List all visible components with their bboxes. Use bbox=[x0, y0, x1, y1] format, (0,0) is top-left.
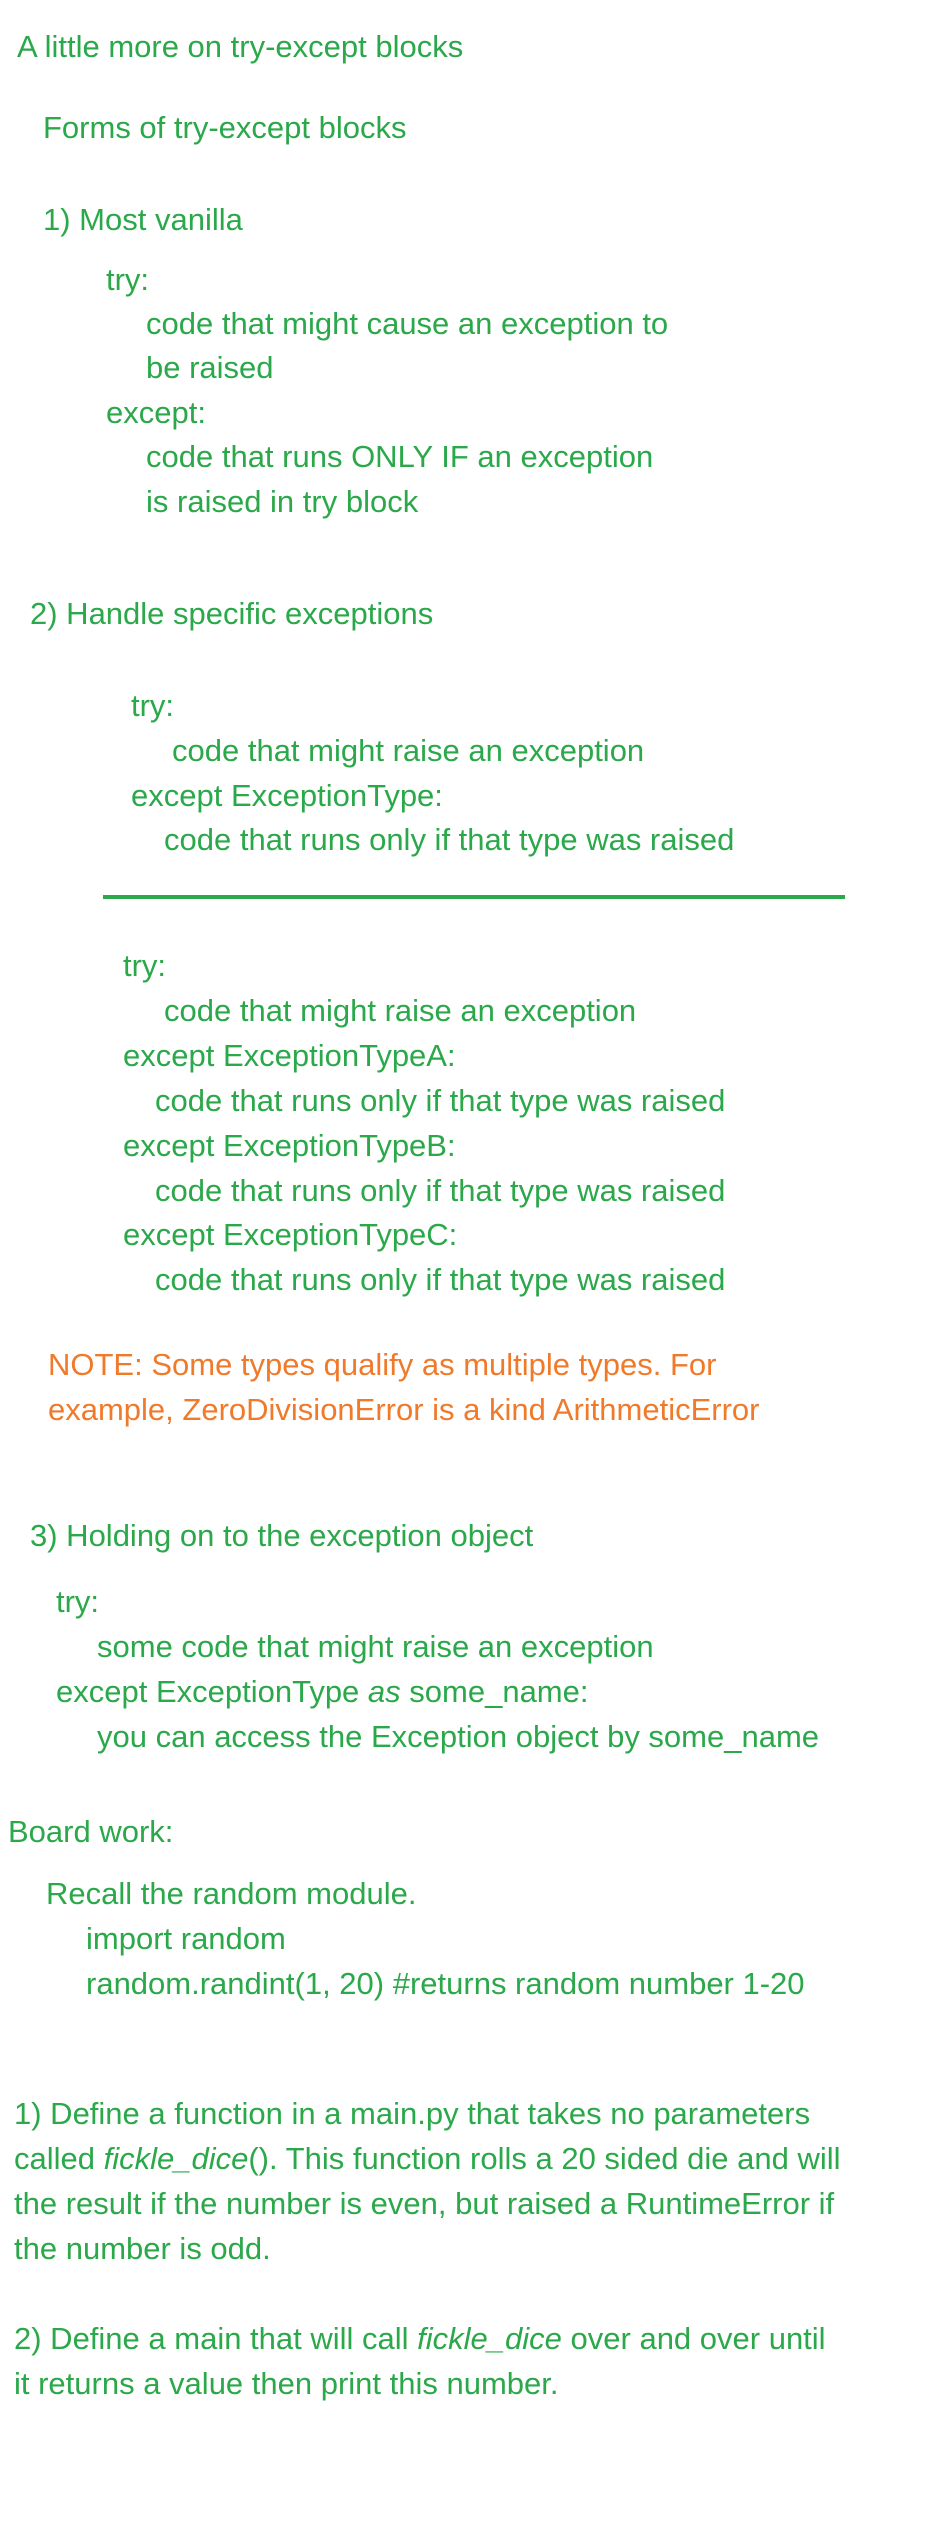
task2-line2: it returns a value then print this numbe… bbox=[14, 2366, 559, 2401]
section2-b-except-a: except ExceptionTypeA: bbox=[123, 1038, 456, 1073]
section2-heading: 2) Handle specific exceptions bbox=[30, 596, 434, 631]
section3-try-body: some code that might raise an exception bbox=[97, 1629, 654, 1664]
section1-except-keyword: except: bbox=[106, 395, 206, 430]
section1-heading: 1) Most vanilla bbox=[43, 202, 243, 237]
task1-line1: 1) Define a function in a main.py that t… bbox=[14, 2096, 811, 2131]
section2-a-except-body: code that runs only if that type was rai… bbox=[164, 822, 735, 857]
task2-function-name: fickle_dice bbox=[417, 2321, 562, 2356]
task1-line3: the result if the number is even, but ra… bbox=[14, 2186, 835, 2221]
page-title: A little more on try-except blocks bbox=[17, 29, 464, 64]
section3-except-prefix: except ExceptionType bbox=[56, 1674, 368, 1709]
section2-a-except-line: except ExceptionType: bbox=[131, 778, 443, 813]
section1-try-body-line2: be raised bbox=[146, 350, 274, 385]
task1-line2-suffix: (). This function rolls a 20 sided die a… bbox=[248, 2141, 841, 2176]
section2-b-except-c-body: code that runs only if that type was rai… bbox=[155, 1262, 726, 1297]
note-line2: example, ZeroDivisionError is a kind Ari… bbox=[48, 1392, 760, 1427]
section3-except-suffix: some_name: bbox=[400, 1674, 589, 1709]
task1-line4: the number is odd. bbox=[14, 2231, 271, 2266]
task2-line1: 2) Define a main that will call fickle_d… bbox=[14, 2317, 826, 2361]
board-import-line: import random bbox=[86, 1921, 286, 1956]
task2-line1-prefix: 2) Define a main that will call bbox=[14, 2321, 418, 2356]
task1-line2: called fickle_dice(). This function roll… bbox=[14, 2137, 841, 2181]
section2-b-except-c: except ExceptionTypeC: bbox=[123, 1217, 458, 1252]
board-recall: Recall the random module. bbox=[46, 1876, 417, 1911]
section1-except-body-line1: code that runs ONLY IF an exception bbox=[146, 439, 654, 474]
section2-b-except-b-body: code that runs only if that type was rai… bbox=[155, 1173, 726, 1208]
note-line1: NOTE: Some types qualify as multiple typ… bbox=[48, 1347, 717, 1382]
section1-except-body-line2: is raised in try block bbox=[146, 484, 419, 519]
page-subtitle: Forms of try-except blocks bbox=[43, 110, 407, 145]
board-randint-line: random.randint(1, 20) #returns random nu… bbox=[86, 1966, 805, 2001]
section2-a-try-body: code that might raise an exception bbox=[172, 733, 645, 768]
section3-try-keyword: try: bbox=[56, 1584, 100, 1619]
section2-a-try-keyword: try: bbox=[131, 688, 175, 723]
task2-line1-suffix: over and over until bbox=[561, 2321, 826, 2356]
section2-b-try-body: code that might raise an exception bbox=[164, 993, 637, 1028]
section3-except-as-keyword: as bbox=[367, 1674, 401, 1709]
task1-line2-prefix: called bbox=[14, 2141, 104, 2176]
section1-try-body-line1: code that might cause an exception to bbox=[146, 306, 669, 341]
section3-heading: 3) Holding on to the exception object bbox=[30, 1518, 534, 1553]
task1-function-name: fickle_dice bbox=[103, 2141, 249, 2176]
section2-b-try-keyword: try: bbox=[123, 948, 167, 983]
section1-try-keyword: try: bbox=[106, 262, 150, 297]
section-divider bbox=[103, 895, 845, 899]
section3-except-line: except ExceptionType as some_name: bbox=[56, 1670, 589, 1714]
section2-b-except-b: except ExceptionTypeB: bbox=[123, 1128, 456, 1163]
section2-b-except-a-body: code that runs only if that type was rai… bbox=[155, 1083, 726, 1118]
board-heading: Board work: bbox=[8, 1814, 174, 1849]
section3-except-body: you can access the Exception object by s… bbox=[97, 1719, 820, 1754]
